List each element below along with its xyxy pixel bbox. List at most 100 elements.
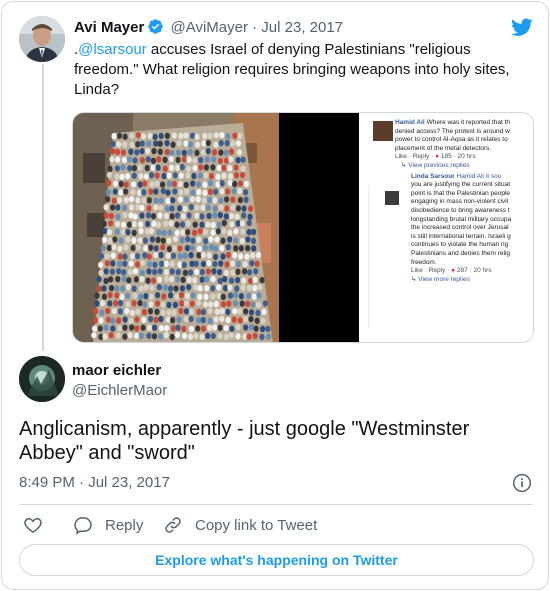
crowd-figure (135, 244, 141, 251)
crowd-figure (233, 237, 239, 244)
crowd-figure (219, 245, 225, 252)
header-separator: · (252, 19, 258, 36)
crowd-figure (233, 164, 239, 171)
crowd-figure (210, 332, 216, 340)
crowd-figure (115, 213, 121, 221)
crowd-figure (216, 221, 222, 229)
mention-link[interactable]: @lsarsour (78, 41, 147, 58)
reply-arrow-icon: ↳ (411, 275, 417, 283)
crowd-figure (246, 219, 252, 227)
crowd-figure (142, 237, 148, 244)
reply-button[interactable]: Reply (73, 514, 143, 536)
crowd-figure (119, 173, 125, 181)
crowd-figure (154, 308, 160, 315)
crowd-figure (235, 260, 242, 268)
crowd-figure (241, 212, 247, 219)
crowd-figure (235, 156, 241, 164)
crowd-figure (237, 187, 243, 195)
crowd-figure (172, 235, 179, 243)
crowd-figure (125, 283, 131, 291)
crowd-figure (228, 156, 234, 163)
crowd-figure (140, 133, 147, 140)
crowd-figure (132, 292, 138, 299)
crowd-figure (197, 285, 203, 292)
crowd-figure (219, 307, 225, 315)
crowd-figure (147, 132, 153, 140)
crowd-figure (146, 324, 153, 332)
info-icon[interactable] (512, 473, 532, 493)
crowd-figure (154, 180, 160, 187)
crowd-figure (155, 236, 161, 244)
crowd-figure (116, 141, 122, 148)
tweet-media-image[interactable]: Hamid Ali Where was it reported that th … (72, 112, 534, 343)
crowd-figure (111, 244, 117, 251)
crowd-figure (212, 253, 219, 261)
crowd-figure (105, 195, 111, 203)
crowd-figure (124, 292, 131, 300)
crowd-figure (163, 275, 170, 283)
avatar-avi-mayer[interactable] (19, 16, 65, 62)
crowd-figure (212, 197, 218, 204)
crowd-figure (126, 221, 133, 228)
avatar-maor-eichler[interactable] (19, 356, 65, 402)
crowd-figure (160, 187, 166, 195)
crowd-figure (247, 277, 254, 285)
crowd-figure (146, 268, 152, 275)
author-handle[interactable]: @AviMayer (170, 19, 247, 36)
twitter-bird-icon[interactable] (510, 16, 534, 38)
crowd-figure (103, 268, 109, 275)
crowd-figure (138, 221, 144, 228)
crowd-figure (225, 308, 231, 316)
crowd-figure (216, 284, 222, 291)
crowd-figure (131, 221, 137, 228)
crowd-figure (256, 292, 262, 299)
like-button[interactable] (23, 514, 55, 536)
crowd-figure (239, 300, 245, 307)
main-tweet-timestamp[interactable]: 8:49 PM · Jul 23, 2017 (19, 474, 170, 492)
crowd-figure (243, 316, 249, 323)
reply-line: longstanding brutal military occupa (411, 215, 512, 223)
crowd-figure (136, 189, 142, 196)
crowd-figure (225, 133, 231, 140)
reply-line: the increased control over Jerusal (411, 224, 509, 232)
crowd-figure (122, 211, 128, 219)
crowd-figure (168, 220, 174, 227)
crowd-figure (151, 333, 158, 340)
main-author-name[interactable]: maor eichler (72, 362, 161, 380)
crowd-figure (127, 332, 133, 339)
crowd-figure (215, 173, 221, 180)
crowd-figure (141, 197, 147, 204)
crowd-figure (197, 172, 203, 179)
crowd-figure (176, 140, 182, 147)
divider (19, 504, 533, 505)
crowd-figure (231, 188, 237, 195)
crowd-figure (240, 165, 246, 173)
explore-twitter-button[interactable]: Explore what's happening on Twitter (19, 544, 534, 576)
crowd-figure (172, 188, 178, 195)
crowd-figure (158, 204, 164, 212)
crowd-figure (183, 140, 189, 147)
crowd-figure (114, 292, 120, 299)
crowd-figure (207, 188, 213, 196)
crowd-figure (122, 141, 128, 148)
crowd-figure (114, 220, 121, 228)
crowd-figure (110, 252, 116, 259)
crowd-figure (125, 236, 131, 243)
author-name[interactable]: Avi Mayer (74, 19, 144, 36)
crowd-figure (101, 293, 108, 300)
parent-tweet-date[interactable]: Jul 23, 2017 (261, 19, 343, 36)
crowd-figure (106, 229, 113, 236)
crowd-figure (186, 212, 192, 219)
crowd-figure (137, 181, 143, 188)
crowd-figure (207, 132, 213, 140)
crowd-figure (194, 149, 200, 157)
crowd-figure (137, 237, 143, 244)
crowd-figure (106, 179, 112, 187)
main-author-handle[interactable]: @EichlerMaor (72, 382, 167, 400)
main-tweet-text: Anglicanism, apparently - just google "W… (19, 418, 470, 464)
copy-link-button[interactable]: Copy link to Tweet (163, 514, 317, 536)
crowd-figure (105, 307, 111, 315)
crowd-figure (115, 332, 121, 339)
crowd-figure (217, 157, 223, 165)
crowd-figure (162, 165, 168, 173)
